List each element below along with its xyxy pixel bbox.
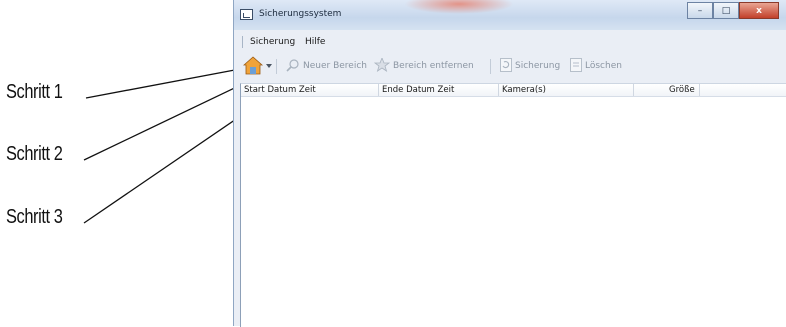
delete-button[interactable]: Löschen bbox=[570, 57, 622, 75]
app-icon bbox=[240, 9, 253, 20]
magnifier-icon bbox=[286, 58, 300, 75]
menu-sicherung[interactable]: Sicherung bbox=[250, 37, 295, 47]
column-divider[interactable] bbox=[633, 84, 634, 96]
callout-line-1 bbox=[85, 68, 241, 99]
window-title: Sicherungssystem bbox=[259, 9, 342, 19]
toolbar-separator bbox=[490, 59, 491, 74]
column-divider[interactable] bbox=[378, 84, 379, 96]
minimize-button[interactable]: – bbox=[687, 2, 713, 19]
app-window: Sicherungssystem – □ x Sicherung Hilfe N… bbox=[233, 0, 786, 327]
menu-separator bbox=[242, 36, 243, 48]
menu-bar: Sicherung Hilfe bbox=[234, 33, 786, 51]
title-bar: Sicherungssystem – □ x bbox=[234, 0, 786, 30]
backup-list[interactable]: Start Datum Zeit Ende Datum Zeit Kamera(… bbox=[240, 83, 786, 327]
column-start-datum-zeit[interactable]: Start Datum Zeit bbox=[244, 85, 316, 96]
maximize-button[interactable]: □ bbox=[713, 2, 739, 19]
close-button[interactable]: x bbox=[739, 2, 779, 19]
title-glow bbox=[404, 0, 514, 14]
column-ende-datum-zeit[interactable]: Ende Datum Zeit bbox=[382, 85, 454, 96]
new-area-label: Neuer Bereich bbox=[303, 61, 367, 71]
new-area-button[interactable]: Neuer Bereich bbox=[286, 58, 367, 74]
document-icon bbox=[570, 57, 582, 75]
column-groesse[interactable]: Größe bbox=[669, 85, 695, 96]
toolbar-separator bbox=[276, 59, 277, 74]
toolbar: Neuer Bereich Bereich entfernen Sicherun… bbox=[234, 53, 786, 79]
delete-label: Löschen bbox=[585, 61, 622, 71]
refresh-icon bbox=[500, 57, 512, 75]
remove-area-button[interactable]: Bereich entfernen bbox=[373, 56, 474, 75]
star-icon bbox=[373, 56, 391, 75]
list-header: Start Datum Zeit Ende Datum Zeit Kamera(… bbox=[241, 84, 786, 97]
menu-hilfe[interactable]: Hilfe bbox=[305, 37, 325, 47]
remove-area-label: Bereich entfernen bbox=[393, 61, 474, 71]
backup-label: Sicherung bbox=[515, 61, 561, 71]
column-divider[interactable] bbox=[498, 84, 499, 96]
column-kameras[interactable]: Kamera(s) bbox=[502, 85, 546, 96]
home-icon[interactable] bbox=[242, 56, 272, 76]
window-controls: – □ x bbox=[687, 2, 779, 20]
column-divider[interactable] bbox=[699, 84, 700, 96]
backup-button[interactable]: Sicherung bbox=[500, 57, 561, 75]
